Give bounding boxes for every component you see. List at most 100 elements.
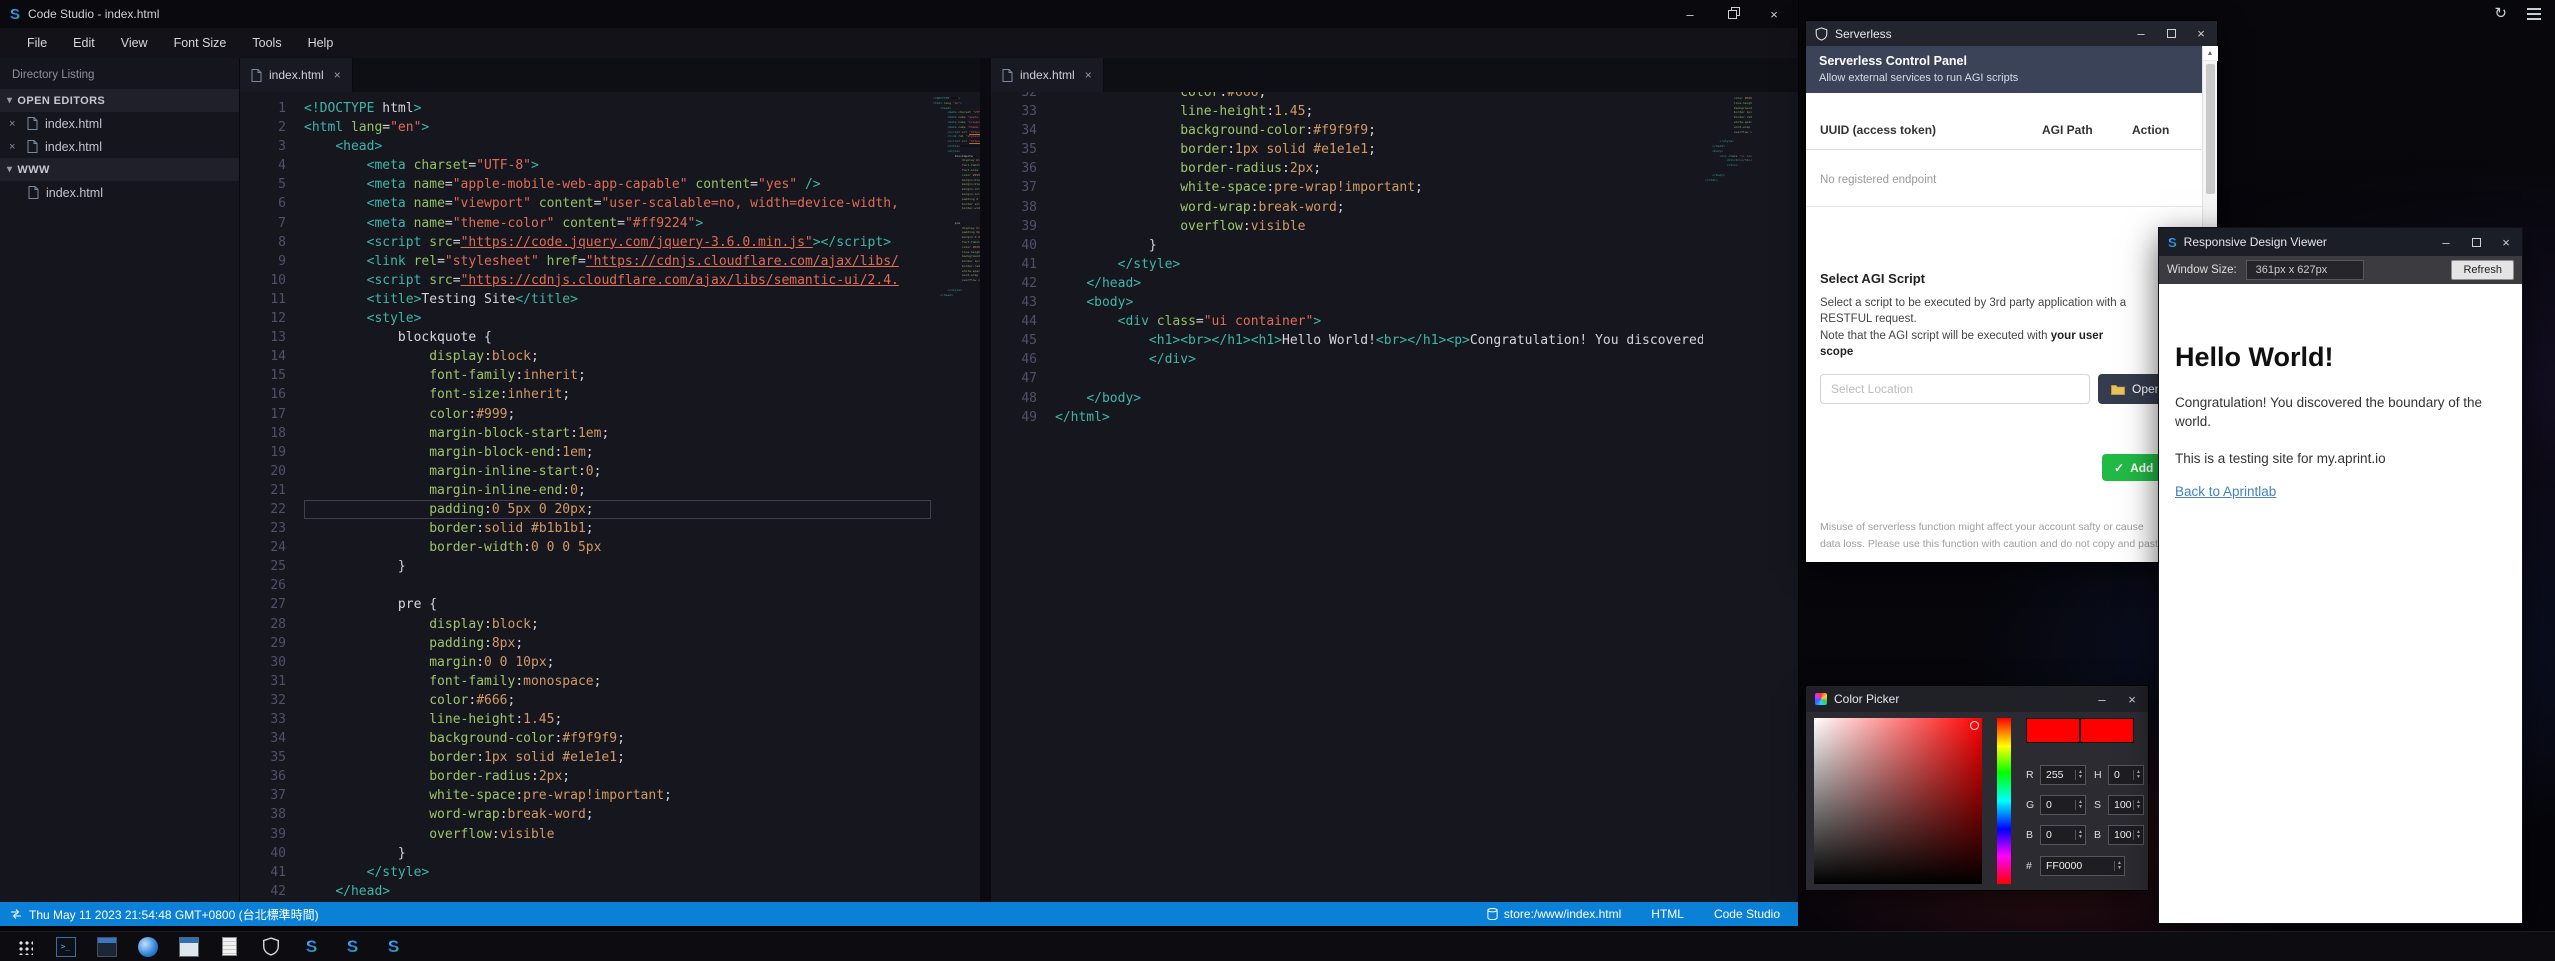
code-line[interactable]: <div class="ui container"> xyxy=(1055,312,1703,331)
code-line[interactable]: border-radius:2px; xyxy=(304,767,931,786)
sidebar-section-www[interactable]: ▾WWW xyxy=(0,158,239,181)
field-input-b[interactable]: 0▲▼ xyxy=(2040,825,2086,845)
window-size-value[interactable]: 361px x 627px xyxy=(2246,260,2364,280)
sidebar-section-open-editors[interactable]: ▾OPEN EDITORS xyxy=(0,89,239,112)
code-editor[interactable]: 323334353637383940414243444546474849 col… xyxy=(991,92,1798,902)
back-link[interactable]: Back to Aprintlab xyxy=(2175,484,2276,499)
tab-close-icon[interactable]: × xyxy=(334,68,341,82)
taskbar-start-grid[interactable] xyxy=(12,934,37,960)
code-line[interactable] xyxy=(304,576,931,595)
close-button[interactable]: × xyxy=(2499,235,2513,249)
status-file-path[interactable]: store:/www/index.html xyxy=(1487,907,1621,921)
close-button[interactable]: × xyxy=(2194,27,2208,41)
tab-close-icon[interactable]: × xyxy=(1085,68,1092,82)
spinner-icon[interactable]: ▲▼ xyxy=(2133,800,2143,810)
code-line[interactable]: line-height:1.45; xyxy=(1055,102,1703,121)
code-line[interactable]: </body> xyxy=(1055,389,1703,408)
editor-group-divider[interactable] xyxy=(980,58,991,902)
code-line[interactable]: </head> xyxy=(1055,274,1703,293)
code-line[interactable]: blockquote { xyxy=(304,328,931,347)
menu-item-font-size[interactable]: Font Size xyxy=(161,36,240,50)
taskbar-serverless-app[interactable] xyxy=(258,934,283,960)
code-line[interactable]: </div> xyxy=(1055,350,1703,369)
taskbar-code-studio-app[interactable]: S xyxy=(381,934,406,960)
code-line[interactable]: line-height:1.45; xyxy=(304,710,931,729)
spinner-icon[interactable]: ▲▼ xyxy=(2114,861,2124,871)
code-line[interactable]: <html lang="en"> xyxy=(304,118,931,137)
restore-button[interactable] xyxy=(1724,6,1740,22)
code-line[interactable]: <link rel="stylesheet" href="https://cdn… xyxy=(304,252,931,271)
add-button[interactable]: ✓ Add xyxy=(2102,454,2165,481)
code-line[interactable]: <head> xyxy=(304,137,931,156)
sidebar-file-item[interactable]: ×index.html xyxy=(0,135,239,158)
field-input-b[interactable]: 100▲▼ xyxy=(2108,825,2144,845)
title-bar[interactable]: S Responsive Design Viewer – × xyxy=(2159,228,2522,256)
code-line[interactable]: <meta charset="UTF-8"> xyxy=(304,156,931,175)
title-bar[interactable]: Color Picker – × xyxy=(1806,686,2148,712)
code-line[interactable]: <style> xyxy=(304,309,931,328)
taskbar-files-app[interactable] xyxy=(176,934,201,960)
code-line[interactable]: margin-block-start:1em; xyxy=(304,424,931,443)
code-line[interactable]: <!DOCTYPE html> xyxy=(304,99,931,118)
code-line[interactable]: <script src="https://code.jquery.com/jqu… xyxy=(304,233,931,252)
tab-index-html[interactable]: index.html × xyxy=(991,58,1104,92)
tab-index-html[interactable]: index.html × xyxy=(240,58,353,92)
code-line[interactable]: white-space:pre-wrap!important; xyxy=(304,786,931,805)
hex-input[interactable]: FF0000▲▼ xyxy=(2040,856,2125,876)
spinner-icon[interactable]: ▲▼ xyxy=(2075,830,2085,840)
taskbar-terminal-app[interactable]: >_ xyxy=(53,934,78,960)
field-input-s[interactable]: 100▲▼ xyxy=(2108,795,2144,815)
code-line[interactable]: font-size:inherit; xyxy=(304,385,931,404)
code-line[interactable]: </html> xyxy=(1705,178,1750,183)
title-bar[interactable]: S Code Studio - index.html – × xyxy=(0,0,1798,28)
code-line[interactable]: color:#666; xyxy=(1055,92,1703,102)
field-input-h[interactable]: 0▲▼ xyxy=(2108,765,2144,785)
taskbar-browser-app[interactable] xyxy=(135,934,160,960)
scrollbar-thumb[interactable] xyxy=(2206,64,2215,194)
code-line[interactable]: </style> xyxy=(304,863,931,882)
menu-item-edit[interactable]: Edit xyxy=(60,36,108,50)
code-line[interactable]: word-wrap:break-word; xyxy=(1055,198,1703,217)
title-bar[interactable]: Serverless – × xyxy=(1806,21,2217,46)
code-line[interactable]: <body> xyxy=(1055,293,1703,312)
code-line[interactable]: white-space:pre-wrap!important; xyxy=(1055,178,1703,197)
close-button[interactable]: × xyxy=(2125,692,2139,706)
menu-item-file[interactable]: File xyxy=(14,36,60,50)
code-line[interactable]: } xyxy=(1055,236,1703,255)
minimize-button[interactable]: – xyxy=(2134,27,2148,41)
spinner-icon[interactable]: ▲▼ xyxy=(2133,770,2143,780)
sidebar-file-item[interactable]: index.html xyxy=(0,181,239,204)
taskbar-notepad-app[interactable] xyxy=(217,934,242,960)
code-line[interactable]: border-width:0 0 0 5px xyxy=(304,538,931,557)
minimap[interactable]: color:#666; line-height:1.45; background… xyxy=(1703,92,1752,902)
maximize-button[interactable] xyxy=(2469,235,2483,249)
spinner-icon[interactable]: ▲▼ xyxy=(2133,830,2143,840)
spinner-icon[interactable]: ▲▼ xyxy=(2075,770,2085,780)
code-line[interactable]: </head> xyxy=(304,882,931,901)
code-text[interactable]: <!DOCTYPE html><html lang="en"> <head> <… xyxy=(304,92,931,902)
code-text[interactable]: color:#666; line-height:1.45; background… xyxy=(1055,92,1703,902)
taskbar-code-studio-app[interactable]: S xyxy=(299,934,324,960)
code-line[interactable] xyxy=(1055,369,1703,388)
close-icon[interactable]: × xyxy=(9,118,20,130)
hue-slider[interactable] xyxy=(1997,718,2011,884)
scroll-up-icon[interactable]: ▲ xyxy=(2203,46,2218,61)
code-line[interactable]: <meta name="theme-color" content="#ff922… xyxy=(304,214,931,233)
refresh-button[interactable]: Refresh xyxy=(2451,260,2514,280)
code-line[interactable]: </html> xyxy=(1055,408,1703,427)
reload-icon[interactable]: ↻ xyxy=(2494,6,2507,21)
maximize-button[interactable] xyxy=(2164,27,2178,41)
remote-icon[interactable] xyxy=(10,908,22,920)
minimap[interactable]: <!DOCTYPE html><html lang="en"> <head> <… xyxy=(931,92,980,902)
code-line[interactable]: border:1px solid #e1e1e1; xyxy=(304,748,931,767)
code-line[interactable]: padding:0 5px 0 20px; xyxy=(304,500,931,519)
menu-item-tools[interactable]: Tools xyxy=(239,36,294,50)
code-line[interactable]: <meta name="apple-mobile-web-app-capable… xyxy=(304,175,931,194)
code-line[interactable]: background-color:#f9f9f9; xyxy=(304,729,931,748)
code-line[interactable]: overflow:visible xyxy=(1055,217,1703,236)
code-line[interactable]: color:#999; xyxy=(304,405,931,424)
menu-icon[interactable] xyxy=(2527,8,2541,20)
code-line[interactable]: pre { xyxy=(304,595,931,614)
code-line[interactable]: margin-inline-start:0; xyxy=(304,462,931,481)
menu-item-help[interactable]: Help xyxy=(295,36,347,50)
